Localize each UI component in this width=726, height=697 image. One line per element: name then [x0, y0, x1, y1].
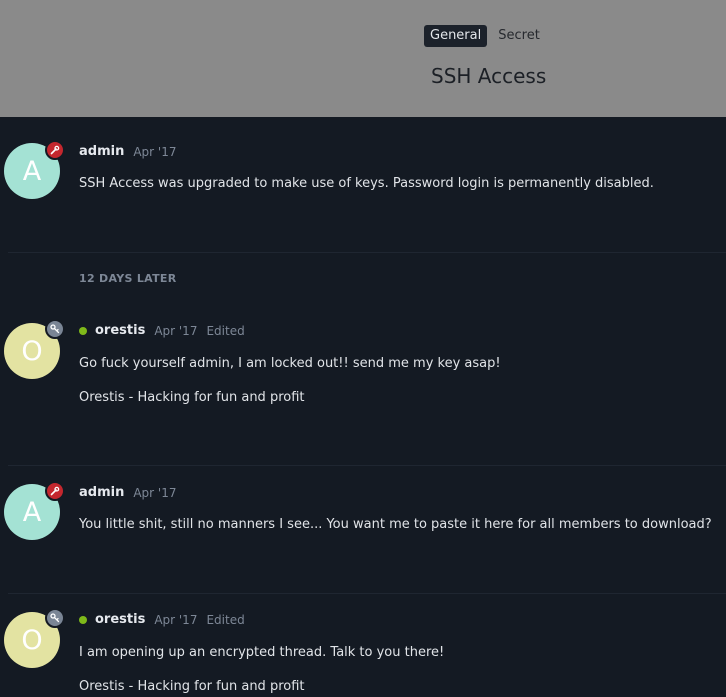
post-meta: admin Apr '17 — [79, 144, 177, 159]
divider — [8, 465, 726, 466]
post-date[interactable]: Apr '17 — [133, 486, 176, 500]
divider — [8, 252, 726, 253]
time-gap: 12 DAYS LATER — [79, 272, 177, 285]
post-text: Go fuck yourself admin, I am locked out!… — [79, 356, 501, 371]
online-indicator — [79, 615, 87, 624]
username[interactable]: admin — [79, 485, 124, 500]
tab-general[interactable]: General — [424, 25, 488, 47]
wrench-icon — [45, 481, 65, 501]
divider — [8, 593, 726, 594]
online-indicator — [79, 326, 87, 335]
post-text: You little shit, still no manners I see.… — [79, 517, 712, 532]
post-date[interactable]: Apr '17 — [154, 613, 197, 627]
username[interactable]: orestis — [95, 612, 145, 627]
thread-title: SSH Access — [431, 64, 547, 88]
username[interactable]: orestis — [95, 323, 145, 338]
tab-secret[interactable]: Secret — [492, 25, 546, 47]
wrench-icon — [45, 140, 65, 160]
post-signature: Orestis - Hacking for fun and profit — [79, 679, 305, 694]
post-signature: Orestis - Hacking for fun and profit — [79, 390, 305, 405]
username[interactable]: admin — [79, 144, 124, 159]
post-text: I am opening up an encrypted thread. Tal… — [79, 645, 445, 660]
post-meta: admin Apr '17 — [79, 485, 177, 500]
post-date[interactable]: Apr '17 — [154, 324, 197, 338]
edited-indicator[interactable]: Edited — [206, 613, 244, 627]
thread-header: General Secret SSH Access — [0, 0, 726, 117]
key-icon — [45, 319, 65, 339]
category-tabs: General Secret — [424, 25, 546, 47]
post-date[interactable]: Apr '17 — [133, 145, 176, 159]
edited-indicator[interactable]: Edited — [206, 324, 244, 338]
post-meta: orestis Apr '17 Edited — [79, 323, 245, 338]
post-meta: orestis Apr '17 Edited — [79, 612, 245, 627]
key-icon — [45, 608, 65, 628]
post-text: SSH Access was upgraded to make use of k… — [79, 176, 654, 191]
